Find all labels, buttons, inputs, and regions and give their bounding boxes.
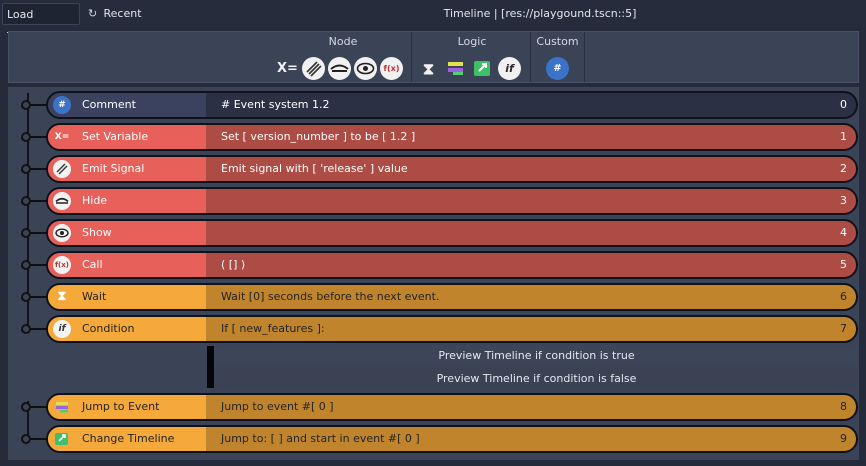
connector-line (30, 168, 47, 170)
connector-line (30, 200, 47, 202)
connector-line (30, 296, 47, 298)
event-row-wait[interactable]: ⧗ Wait Wait [0] seconds before the next … (46, 283, 858, 311)
event-summary: Emit signal with [ 'release' ] value (221, 162, 408, 175)
logic-group: Logic ⧗ if (414, 32, 531, 82)
preview-false-button[interactable]: Preview Timeline if condition is false (215, 368, 858, 390)
preview-true-button[interactable]: Preview Timeline if condition is true (215, 345, 858, 367)
recent-timelines-button[interactable]: ↻ Recent Timelines (84, 3, 194, 42)
change-timeline-icon[interactable] (471, 57, 494, 80)
event-name: Call (82, 258, 103, 271)
event-index: 2 (840, 162, 847, 175)
event-row-hide[interactable]: Hide 3 (46, 187, 858, 215)
condition-icon: if (53, 320, 71, 338)
condition-icon[interactable]: if (498, 57, 521, 80)
top-bar: Load Timeline ↻ Recent Timelines Timelin… (0, 0, 866, 43)
event-name: Jump to Event (82, 400, 160, 413)
event-row-emit-signal[interactable]: Emit Signal Emit signal with [ 'release'… (46, 155, 858, 183)
set-variable-icon: X= (54, 132, 70, 142)
event-toolbar: Node X= f(x) Logic ⧗ if Custom # (8, 31, 859, 83)
event-name-cell: Emit Signal (48, 157, 206, 181)
timeline-area: # Comment # Event system 1.2 0 X= Set Va… (8, 87, 859, 460)
event-name-cell: Hide (48, 189, 206, 213)
event-row-show[interactable]: Show 4 (46, 219, 858, 247)
wait-icon: ⧗ (57, 289, 67, 304)
event-name: Set Variable (82, 130, 149, 143)
event-index: 6 (840, 290, 847, 303)
event-row-jump-to-event[interactable]: Jump to Event Jump to event #[ 0 ] 8 (46, 393, 858, 421)
emit-signal-icon[interactable] (302, 57, 325, 80)
jump-to-event-icon[interactable] (444, 57, 467, 80)
event-index: 7 (840, 322, 847, 335)
history-icon: ↻ (88, 7, 98, 20)
timeline-title: Timeline | [res://playgound.tscn::5] (443, 7, 637, 20)
event-summary: Set [ version_number ] to be [ 1.2 ] (221, 130, 416, 143)
event-index: 0 (840, 98, 847, 111)
event-name-cell: f(x) Call (48, 253, 206, 277)
event-name-cell: # Comment (48, 93, 206, 117)
node-group-label: Node (328, 35, 358, 48)
logic-group-label: Logic (457, 35, 487, 48)
event-summary: If [ new_features ]: (221, 322, 325, 335)
emit-signal-icon (53, 160, 71, 178)
event-index: 8 (840, 400, 847, 413)
event-name-cell: ⧗ Wait (48, 285, 206, 309)
event-summary: Jump to event #[ 0 ] (221, 400, 334, 413)
event-row-change-timeline[interactable]: Change Timeline Jump to: [ ] and start i… (46, 425, 858, 453)
node-group: Node X= f(x) (275, 32, 412, 82)
event-index: 3 (840, 194, 847, 207)
call-function-icon[interactable]: f(x) (380, 57, 403, 80)
event-row-comment[interactable]: # Comment # Event system 1.2 0 (46, 91, 858, 119)
load-timeline-button[interactable]: Load Timeline (2, 3, 80, 43)
event-name: Change Timeline (82, 432, 175, 445)
hide-icon (53, 192, 71, 210)
connector-line (30, 232, 47, 234)
event-name: Wait (82, 290, 107, 303)
event-index: 1 (840, 130, 847, 143)
connector-line (30, 438, 47, 440)
comment-icon: # (53, 96, 71, 114)
hide-icon[interactable] (328, 57, 351, 80)
connector-line (30, 136, 47, 138)
event-name: Hide (82, 194, 108, 207)
event-name: Emit Signal (82, 162, 145, 175)
event-name: Comment (82, 98, 136, 111)
event-row-condition[interactable]: if Condition If [ new_features ]: 7 (46, 315, 858, 343)
event-summary (206, 189, 856, 213)
connector-line (30, 406, 47, 408)
event-name-cell: if Condition (48, 317, 206, 341)
connector-line (30, 328, 47, 330)
event-summary: # Event system 1.2 (221, 98, 330, 111)
event-row-call[interactable]: f(x) Call ( [] ) 5 (46, 251, 858, 279)
custom-group: Custom # (531, 32, 585, 82)
event-index: 4 (840, 226, 847, 239)
event-name-cell: X= Set Variable (48, 125, 206, 149)
change-timeline-icon (53, 430, 71, 448)
set-variable-icon[interactable]: X= (276, 57, 299, 80)
event-summary: Jump to: [ ] and start in event #[ 0 ] (221, 432, 420, 445)
custom-group-label: Custom (536, 35, 579, 48)
event-index: 9 (840, 432, 847, 445)
event-row-set-variable[interactable]: X= Set Variable Set [ version_number ] t… (46, 123, 858, 151)
event-name-cell: Show (48, 221, 206, 245)
connector-line (30, 104, 47, 106)
call-function-icon: f(x) (53, 256, 71, 274)
show-icon[interactable] (354, 57, 377, 80)
event-name-cell: Change Timeline (48, 427, 206, 451)
show-icon (53, 224, 71, 242)
connector-line (30, 264, 47, 266)
condition-branch-bar (207, 346, 214, 388)
event-index: 5 (840, 258, 847, 271)
event-summary (206, 221, 856, 245)
event-name-cell: Jump to Event (48, 395, 206, 419)
event-summary: Wait [0] seconds before the next event. (221, 290, 440, 303)
wait-icon[interactable]: ⧗ (417, 57, 440, 80)
event-name: Condition (82, 322, 135, 335)
jump-to-event-icon (53, 398, 71, 416)
event-name: Show (82, 226, 112, 239)
custom-event-icon[interactable]: # (546, 57, 569, 80)
event-summary: ( [] ) (221, 258, 246, 271)
